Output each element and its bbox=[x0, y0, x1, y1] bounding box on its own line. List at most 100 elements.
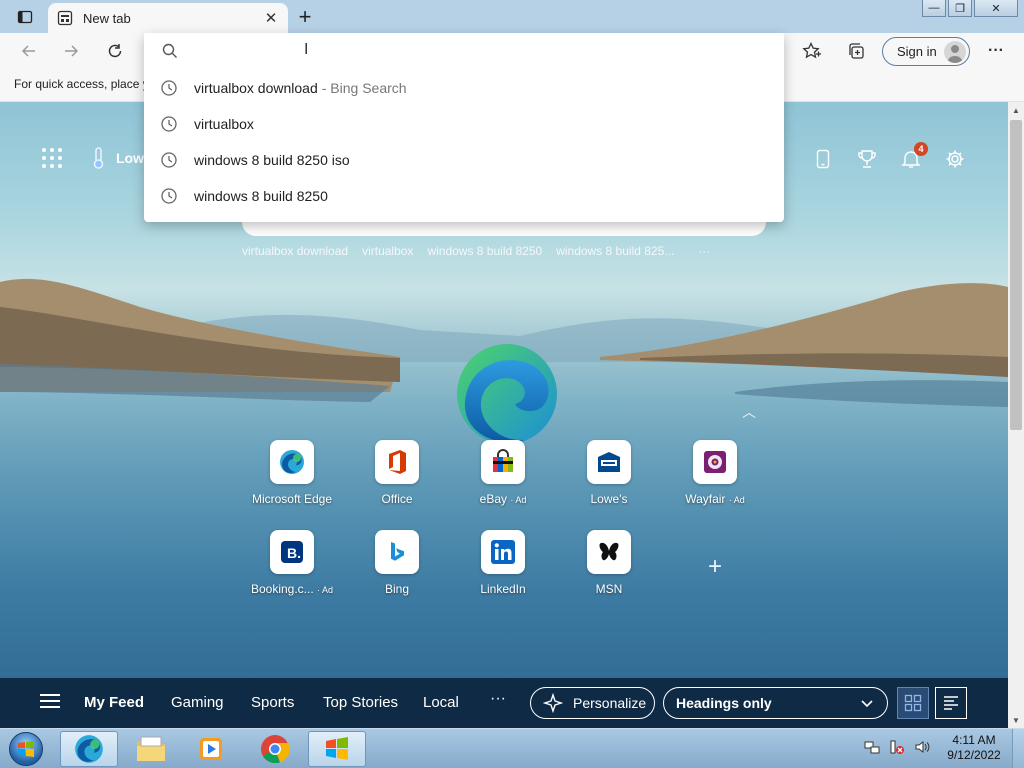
volume-icon[interactable] bbox=[914, 739, 930, 755]
scroll-thumb[interactable] bbox=[1010, 120, 1022, 430]
page-scrollbar[interactable]: ▲ ▼ bbox=[1008, 102, 1024, 728]
taskbar-file-explorer[interactable] bbox=[122, 731, 180, 767]
tile-lowes[interactable]: Lowe's bbox=[564, 440, 654, 506]
tile-label: MSN bbox=[595, 582, 623, 596]
tile-booking[interactable]: B. Booking.c... · Ad bbox=[247, 530, 337, 596]
suggestion-text: windows 8 build 8250 bbox=[194, 188, 328, 204]
suggestion-item[interactable]: virtualbox bbox=[144, 106, 784, 142]
show-desktop-button[interactable] bbox=[1012, 729, 1024, 768]
taskbar-media-player[interactable] bbox=[182, 731, 240, 767]
list-view-button[interactable] bbox=[935, 687, 967, 719]
taskbar-chrome[interactable] bbox=[246, 731, 304, 767]
tile-label: Lowe's bbox=[590, 492, 628, 506]
rewards-button[interactable] bbox=[854, 146, 880, 172]
tab-actions-icon bbox=[17, 10, 33, 24]
windows-update-icon bbox=[326, 737, 348, 760]
apps-launcher-button[interactable] bbox=[40, 146, 64, 170]
tile-microsoft-edge[interactable]: Microsoft Edge bbox=[247, 440, 337, 506]
weather-widget[interactable]: Low bbox=[90, 146, 144, 170]
office-icon bbox=[375, 440, 419, 484]
favorites-button[interactable] bbox=[797, 37, 827, 65]
history-icon bbox=[161, 80, 177, 96]
suggestion-item[interactable]: windows 8 build 8250 bbox=[144, 178, 784, 214]
chevron-down-icon bbox=[861, 700, 873, 708]
ebay-bag-icon bbox=[481, 440, 525, 484]
recent-search-item[interactable]: virtualbox bbox=[362, 244, 413, 258]
linkedin-icon bbox=[481, 530, 525, 574]
tile-bing[interactable]: Bing bbox=[352, 530, 442, 596]
tile-msn[interactable]: MSN bbox=[564, 530, 654, 596]
windows-logo-icon bbox=[9, 732, 43, 766]
feed-menu-icon[interactable] bbox=[40, 694, 60, 710]
recent-search-item[interactable]: virtualbox download bbox=[242, 244, 348, 258]
tile-ebay[interactable]: eBay · Ad bbox=[458, 440, 548, 506]
svg-text:B.: B. bbox=[287, 545, 301, 561]
taskbar-edge[interactable] bbox=[60, 731, 118, 767]
tab-close-icon[interactable]: ✕ bbox=[262, 9, 280, 27]
history-icon bbox=[161, 152, 177, 168]
system-clock[interactable]: 4:11 AM 9/12/2022 bbox=[946, 733, 1002, 763]
add-shortcut-button[interactable]: + bbox=[702, 553, 728, 580]
notifications-button[interactable]: 4 bbox=[898, 142, 928, 172]
back-button[interactable] bbox=[14, 37, 44, 65]
taskbar-windows-update[interactable] bbox=[308, 731, 366, 767]
scroll-down-arrow-icon[interactable]: ▼ bbox=[1008, 712, 1024, 728]
sign-in-button[interactable]: Sign in bbox=[882, 37, 970, 66]
mobile-button[interactable] bbox=[810, 146, 836, 172]
tile-label: Office bbox=[381, 492, 413, 506]
feed-tab-my-feed[interactable]: My Feed bbox=[84, 694, 144, 711]
tile-linkedin[interactable]: LinkedIn bbox=[458, 530, 548, 596]
collapse-chevron-icon[interactable]: ︿ bbox=[742, 402, 760, 420]
file-explorer-icon bbox=[137, 736, 165, 761]
minimize-button[interactable]: — bbox=[922, 0, 946, 17]
refresh-icon bbox=[108, 44, 122, 58]
more-options-button[interactable]: ··· bbox=[981, 37, 1011, 65]
recent-search-item[interactable]: windows 8 build 8250 bbox=[427, 244, 542, 258]
sign-in-label: Sign in bbox=[897, 44, 937, 59]
tile-label: LinkedIn bbox=[480, 582, 526, 596]
tile-label: Microsoft Edge bbox=[251, 492, 333, 506]
action-center-icon[interactable] bbox=[889, 739, 905, 755]
history-icon bbox=[161, 188, 177, 204]
forward-button[interactable] bbox=[56, 37, 86, 65]
address-input[interactable]: I bbox=[144, 33, 784, 69]
recent-searches-more[interactable]: ··· bbox=[698, 244, 710, 258]
recent-search-item[interactable]: windows 8 build 825... bbox=[556, 244, 674, 258]
address-bar-dropdown: I virtualbox download - Bing Search virt… bbox=[144, 33, 784, 222]
close-window-button[interactable]: ✕ bbox=[974, 0, 1018, 17]
feed-tab-top-stories[interactable]: Top Stories bbox=[323, 694, 398, 711]
start-button[interactable] bbox=[4, 730, 48, 768]
restore-button[interactable]: ❐ bbox=[948, 0, 972, 17]
suggestion-engine: - Bing Search bbox=[321, 80, 407, 96]
refresh-button[interactable] bbox=[100, 37, 130, 65]
feed-tab-sports[interactable]: Sports bbox=[251, 694, 294, 711]
grid-view-button[interactable] bbox=[897, 687, 929, 719]
tile-wayfair[interactable]: Wayfair · Ad bbox=[670, 440, 760, 506]
layout-select[interactable]: Headings only bbox=[663, 687, 888, 719]
phone-icon bbox=[816, 149, 830, 169]
tab-new-tab[interactable]: New tab ✕ bbox=[48, 3, 288, 33]
feed-tab-local[interactable]: Local bbox=[423, 694, 459, 711]
page-settings-button[interactable] bbox=[942, 146, 968, 172]
suggestion-item[interactable]: virtualbox download - Bing Search bbox=[144, 70, 784, 106]
edge-tile-icon bbox=[270, 440, 314, 484]
tab-title: New tab bbox=[83, 10, 131, 26]
collections-button[interactable] bbox=[841, 37, 871, 65]
gear-icon bbox=[946, 150, 964, 168]
suggestion-item[interactable]: windows 8 build 8250 iso bbox=[144, 142, 784, 178]
system-tray bbox=[864, 739, 939, 755]
recent-searches: virtualbox download virtualbox windows 8… bbox=[242, 244, 724, 258]
title-bar: New tab ✕ + — ❐ ✕ bbox=[0, 0, 1024, 33]
tile-label: Wayfair bbox=[685, 492, 726, 506]
trophy-icon bbox=[858, 150, 876, 168]
tile-office[interactable]: Office bbox=[352, 440, 442, 506]
scroll-up-arrow-icon[interactable]: ▲ bbox=[1008, 102, 1024, 118]
personalize-button[interactable]: Personalize bbox=[530, 687, 655, 719]
new-tab-button[interactable]: + bbox=[292, 4, 318, 30]
tab-actions-button[interactable] bbox=[8, 4, 42, 30]
collections-icon bbox=[849, 43, 864, 59]
network-icon[interactable] bbox=[864, 739, 880, 755]
feed-more-button[interactable]: ··· bbox=[490, 690, 506, 708]
feed-tab-gaming[interactable]: Gaming bbox=[171, 694, 224, 711]
edge-icon bbox=[75, 735, 103, 763]
